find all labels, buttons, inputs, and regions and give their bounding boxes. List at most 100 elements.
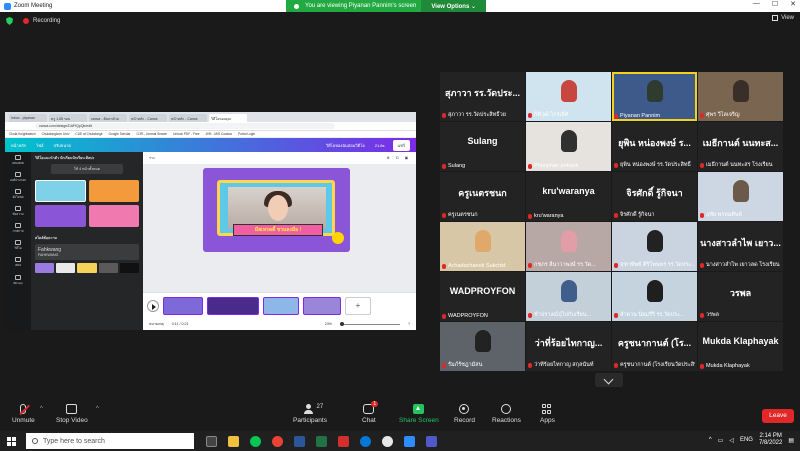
participant-tile[interactable]: วรพล วรพล bbox=[698, 272, 783, 321]
participants-button[interactable]: 27 Participants bbox=[293, 404, 327, 424]
unmute-button[interactable]: Unmute bbox=[12, 404, 35, 424]
timeline-clip[interactable] bbox=[303, 296, 341, 315]
excel-icon[interactable] bbox=[316, 435, 327, 447]
font-style-card[interactable]: Fahkwang FAHKWANG bbox=[35, 244, 139, 260]
template-thumb[interactable] bbox=[35, 205, 86, 227]
share-screen-button[interactable]: Share Screen bbox=[399, 404, 439, 424]
participant-tile[interactable]: จิรศักดิ์ รู้กิจนา จิรศักดิ์ รู้กิจนา bbox=[612, 172, 697, 221]
palette-swatch[interactable] bbox=[56, 263, 76, 273]
rail-item[interactable]: เทมเพลต bbox=[5, 152, 31, 169]
participant-tile[interactable]: Achadachanok Sukchid bbox=[440, 222, 525, 271]
canva-resize-menu[interactable]: ปรับขนาด bbox=[53, 142, 71, 149]
bookmark[interactable]: GJR - Journal Search bbox=[137, 132, 168, 136]
apps-button[interactable]: Apps bbox=[540, 404, 555, 424]
url-field[interactable]: canva.com/design/DAFfQpQk/edit bbox=[35, 123, 335, 129]
security-shield-icon[interactable] bbox=[6, 17, 13, 25]
rail-item[interactable]: เพลง bbox=[5, 254, 31, 271]
view-button[interactable]: View bbox=[772, 15, 794, 21]
draft-label[interactable]: ร่าง bbox=[149, 155, 155, 161]
participant-tile[interactable]: กชภร ลีนาวาพงษ์ รร.วัด... bbox=[526, 222, 611, 271]
participant-tile[interactable]: Mukda Klaphayak Mukda Klaphayak bbox=[698, 322, 783, 371]
audio-options-caret[interactable]: ^ bbox=[40, 406, 43, 412]
zoom-level[interactable]: 24% bbox=[325, 322, 332, 326]
play-icon[interactable] bbox=[147, 299, 159, 312]
windows-start-icon[interactable] bbox=[7, 436, 16, 446]
line-app-icon[interactable] bbox=[250, 435, 261, 447]
reactions-button[interactable]: Reactions bbox=[492, 404, 521, 424]
canva-file-menu[interactable]: ไฟล์ bbox=[36, 142, 43, 149]
zoom-slider[interactable] bbox=[340, 321, 400, 326]
bookmark[interactable]: CUE at Chulalongk bbox=[75, 132, 102, 136]
rail-item[interactable]: ข้อความ bbox=[5, 203, 31, 220]
language-indicator[interactable]: ENG bbox=[740, 437, 753, 443]
participant-tile[interactable]: เมธีกานต์ นนทะส... เมธีกานต์ นนทะสร โรงเร… bbox=[698, 122, 783, 171]
add-page-button[interactable]: + bbox=[345, 296, 371, 315]
bookmark[interactable]: Google Scholar bbox=[109, 132, 131, 136]
acrobat-icon[interactable] bbox=[338, 435, 349, 447]
participant-tile[interactable]: Piyanan Pannim bbox=[612, 72, 697, 121]
rail-item[interactable]: ภาพถ่าย bbox=[5, 220, 31, 237]
rail-item[interactable]: วิดีโอ bbox=[5, 237, 31, 254]
bookmark[interactable]: Unlock PDF - Free bbox=[173, 132, 199, 136]
browser-tab[interactable]: Inbox - piyanan bbox=[9, 114, 47, 122]
browser-tab[interactable]: canva - ค้นหาด้วย bbox=[89, 114, 127, 122]
participant-tile[interactable]: รัมภ์รัชฎามัสน bbox=[440, 322, 525, 371]
bookmark[interactable]: Chulalongkorn Univ bbox=[42, 132, 70, 136]
animate-icon[interactable]: ⚙ bbox=[387, 156, 390, 160]
shared-screen[interactable]: Inbox - piyanan ครู 1.65 รอบ canva - ค้น… bbox=[5, 112, 416, 330]
canva-design-title[interactable]: วิดีโอของฉันสอนวิดีโอ bbox=[326, 142, 365, 149]
participant-tile[interactable]: WADPROYFON WADPROYFON bbox=[440, 272, 525, 321]
volume-icon[interactable]: ◁ bbox=[729, 437, 734, 444]
tray-arrow-icon[interactable]: ^ bbox=[709, 437, 712, 443]
participant-tile[interactable]: นางสาวลำไพ เยาว... นางสาวลำไพ เยาวลด โรงเ… bbox=[698, 222, 783, 271]
design-canvas[interactable]: มีสเทรดดี้ ชวนลงมือ ! bbox=[203, 168, 350, 252]
browser-tab[interactable]: หน้าหลัก - Canva bbox=[169, 114, 207, 122]
notifications-icon[interactable]: ▤ bbox=[788, 437, 794, 444]
rail-item[interactable]: อัปโหลด bbox=[5, 186, 31, 203]
chat-button[interactable]: 1 Chat bbox=[362, 401, 379, 424]
taskbar-search-box[interactable]: Type here to search bbox=[26, 433, 194, 449]
teams-icon[interactable] bbox=[426, 435, 437, 447]
edge-icon[interactable] bbox=[360, 435, 371, 447]
participant-tile[interactable]: สุภาวา รร.วัดประ... สุภาวา รร.วัดประสิทธิ… bbox=[440, 72, 525, 121]
use-all-pages-button[interactable]: ใช้ 4 หน้าทั้งหมด bbox=[51, 164, 123, 174]
app-icon[interactable] bbox=[382, 435, 393, 447]
gallery-next-page-icon[interactable] bbox=[595, 373, 623, 387]
palette-swatch[interactable] bbox=[98, 263, 118, 273]
canva-home-link[interactable]: หน้าหลัก bbox=[11, 142, 26, 149]
timeline-clip[interactable] bbox=[207, 296, 259, 315]
chrome-icon[interactable] bbox=[272, 435, 283, 447]
bookmark[interactable]: JHE - MIS Coaboo bbox=[206, 132, 233, 136]
palette-swatch[interactable] bbox=[77, 263, 97, 273]
participant-tile[interactable]: จุฑาทิพย์ ศิริโพนพร รร.วัดประ... bbox=[612, 222, 697, 271]
timeline-clip[interactable] bbox=[263, 296, 299, 315]
browser-tab[interactable]: ครู 1.65 รอบ bbox=[49, 114, 87, 122]
participant-tile[interactable]: Sulang Sulang bbox=[440, 122, 525, 171]
canva-play-time[interactable]: 21.8s bbox=[375, 143, 385, 148]
participant-tile[interactable]: ชำปรางณ์ปุ่ไปกับเรียน... bbox=[526, 272, 611, 321]
lock-icon[interactable]: ⊡ bbox=[396, 156, 399, 160]
rail-item[interactable]: Bitmoji bbox=[5, 271, 31, 288]
palette-swatch[interactable] bbox=[35, 263, 55, 273]
browser-tab[interactable]: หน้าหลัก - Canva bbox=[129, 114, 167, 122]
minimize-icon[interactable]: — bbox=[753, 0, 760, 8]
bookmark[interactable]: Portal Login bbox=[238, 132, 255, 136]
template-thumb[interactable] bbox=[88, 180, 139, 202]
maximize-icon[interactable]: ☐ bbox=[772, 0, 778, 8]
template-thumb[interactable] bbox=[88, 205, 139, 227]
file-explorer-icon[interactable] bbox=[228, 435, 239, 447]
video-options-caret[interactable]: ^ bbox=[96, 406, 99, 412]
notes-button[interactable]: หมายเหตุ bbox=[149, 321, 164, 327]
participant-tile[interactable]: ลำดวน นิยมรีริ รร.วัดประ... bbox=[612, 272, 697, 321]
participant-tile[interactable]: กิติวุฒิ ไกรเลิศ bbox=[526, 72, 611, 121]
trash-icon[interactable]: ▣ bbox=[405, 156, 408, 160]
timeline-clip[interactable] bbox=[163, 296, 203, 315]
stop-video-button[interactable]: Stop Video bbox=[56, 404, 88, 424]
participant-tile[interactable]: ว่าที่ร้อยไทกาญ... ว่าที่ร้อยไทกาญ สกุลนั… bbox=[526, 322, 611, 371]
template-thumb[interactable] bbox=[35, 180, 86, 202]
participant-tile[interactable]: ครูชนากานต์ (โร... ครูชนากานต์ (โรงเรียนว… bbox=[612, 322, 697, 371]
network-icon[interactable]: ▭ bbox=[718, 437, 724, 444]
participant-tile[interactable]: ศุพร วิไลเจริญ bbox=[698, 72, 783, 121]
participant-tile[interactable]: kru'waranya kru'waranya bbox=[526, 172, 611, 221]
browser-tab-active[interactable]: วิดีโอของคุณ bbox=[209, 114, 247, 122]
